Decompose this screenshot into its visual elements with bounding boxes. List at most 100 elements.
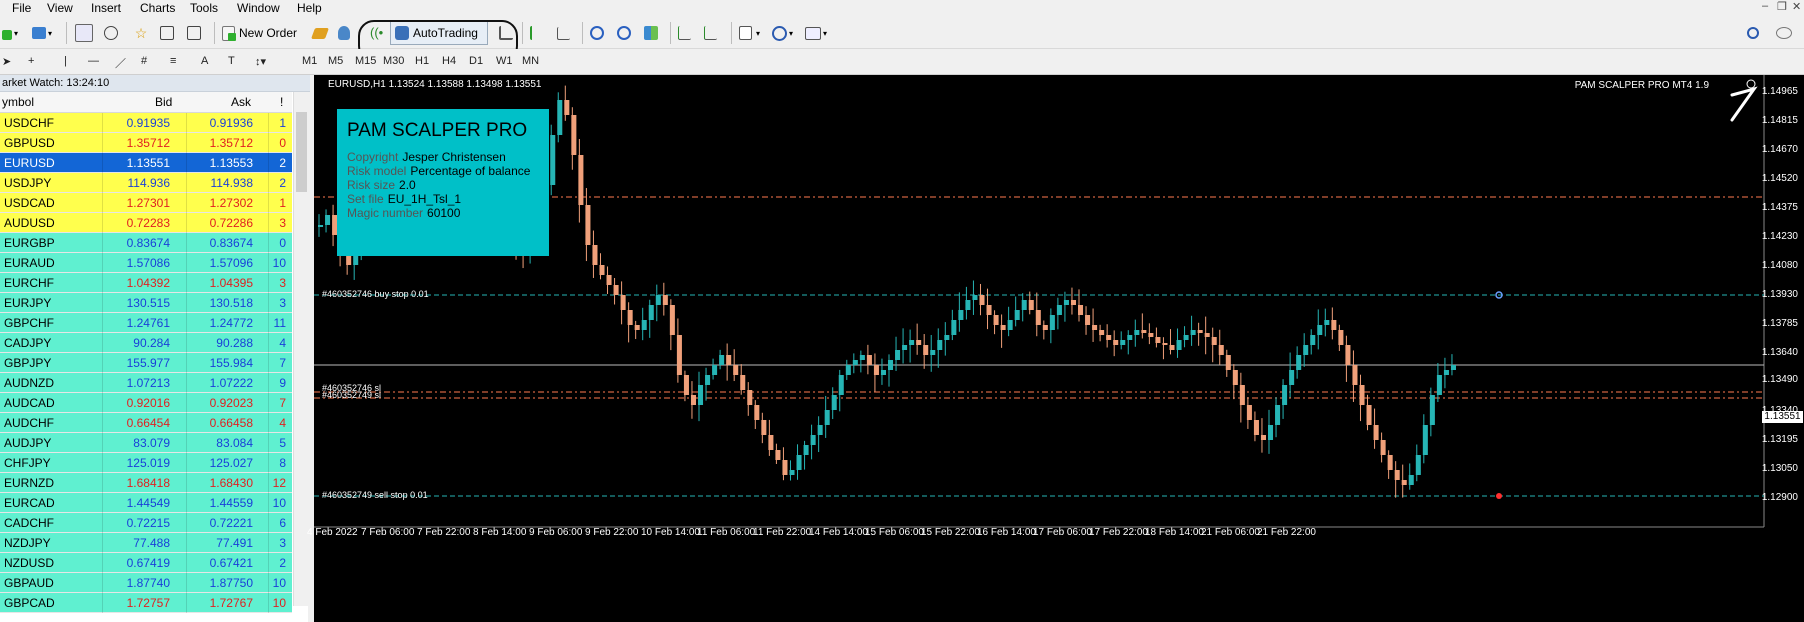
candle-body [606,275,612,285]
chart-window[interactable]: EURUSD,H1 1.13524 1.13588 1.13498 1.1355… [307,75,1804,622]
line-chart-button[interactable] [557,23,570,43]
tile-windows-button[interactable] [644,23,658,43]
column-ask[interactable]: Ask [231,95,251,109]
data-window-button[interactable] [104,23,118,43]
text-label-icon[interactable]: T [228,55,235,67]
market-watch-row[interactable]: USDJPY 114.936 114.938 2 [0,173,292,193]
crosshair-icon[interactable]: + [28,55,34,67]
auto-scroll-button[interactable] [704,23,717,43]
vertical-line-icon[interactable]: | [64,55,67,67]
market-watch-row[interactable]: USDCHF 0.91935 0.91936 1 [0,113,292,133]
market-watch-row[interactable]: GBPUSD 1.35712 1.35712 0 [0,133,292,153]
market-watch-row[interactable]: CADJPY 90.284 90.288 4 [0,333,292,353]
market-watch-row[interactable]: EURUSD 1.13551 1.13553 2 [0,153,292,173]
candle-body [747,390,753,405]
menu-insert[interactable]: Insert [91,1,121,15]
chart-shift-button[interactable] [678,23,691,43]
column-divider [186,353,187,373]
market-watch-row[interactable]: EURGBP 0.83674 0.83674 0 [0,233,292,253]
profiles-icon [32,27,46,39]
arrows-icon[interactable]: ↕▾ [255,55,266,68]
new-chart-button[interactable]: ▾ [2,23,18,43]
period-h1[interactable]: H1 [415,55,429,67]
minimize-icon[interactable]: – [1762,0,1768,12]
candle-body [937,340,943,350]
market-watch-row[interactable]: EURNZD 1.68418 1.68430 12 [0,473,292,493]
column-bid[interactable]: Bid [155,95,172,109]
market-watch-row[interactable]: EURCHF 1.04392 1.04395 3 [0,273,292,293]
row-ask: 1.13553 [209,156,253,170]
period-h4[interactable]: H4 [442,55,456,67]
market-watch-row[interactable]: EURJPY 130.515 130.518 3 [0,293,292,313]
column-spread[interactable]: ! [280,95,283,109]
templates-button[interactable]: ▾ [805,23,827,43]
column-symbol[interactable]: ymbol [2,95,34,109]
market-watch-row[interactable]: EURCAD 1.44549 1.44559 10 [0,493,292,513]
market-watch-row[interactable]: EURAUD 1.57086 1.57096 10 [0,253,292,273]
candle-body [775,450,781,460]
menu-tools[interactable]: Tools [190,1,218,15]
signals-button[interactable] [338,23,350,43]
market-watch-row[interactable]: AUDNZD 1.07213 1.07222 9 [0,373,292,393]
row-ask: 0.91936 [209,116,253,130]
star-icon: ☆ [134,25,148,41]
zoom-in-button[interactable] [590,23,604,43]
period-m1[interactable]: M1 [302,55,317,67]
market-watch-row[interactable]: CADCHF 0.72215 0.72221 6 [0,513,292,533]
channel-icon[interactable]: # [141,55,147,67]
row-spread: 9 [279,376,286,390]
period-mn[interactable]: MN [522,55,539,67]
menu-window[interactable]: Window [237,1,280,15]
market-watch-row[interactable]: AUDCHF 0.66454 0.66458 4 [0,413,292,433]
period-m5[interactable]: M5 [328,55,343,67]
trendline-icon[interactable]: ／ [115,55,126,71]
fibonacci-icon[interactable]: ≡ [170,55,176,67]
market-watch-row[interactable]: NZDJPY 77.488 77.491 3 [0,533,292,553]
new-order-button[interactable]: New Order [222,23,297,43]
candle-body [789,470,795,475]
menu-charts[interactable]: Charts [140,1,175,15]
text-tool-icon[interactable]: A [201,55,208,67]
candlestick-icon [530,26,544,40]
restore-icon[interactable]: ❐ [1777,0,1787,13]
navigator-button[interactable]: ☆ [133,23,149,43]
market-watch-row[interactable]: GBPJPY 155.977 155.984 7 [0,353,292,373]
market-watch-button[interactable] [75,23,93,43]
market-watch-row[interactable]: AUDUSD 0.72283 0.72286 3 [0,213,292,233]
candle-body [620,295,626,310]
period-d1[interactable]: D1 [469,55,483,67]
periods-button[interactable]: ▾ [772,23,793,43]
tester-button[interactable] [187,23,201,43]
market-watch-row[interactable]: GBPCHF 1.24761 1.24772 11 [0,313,292,333]
terminal-button[interactable] [160,23,174,43]
market-watch-row[interactable]: GBPCAD 1.72757 1.72767 10 [0,593,292,613]
candle-body [824,410,830,425]
period-m15[interactable]: M15 [355,55,376,67]
profiles-button[interactable]: ▾ [32,23,52,43]
column-divider [268,413,269,433]
menu-view[interactable]: View [47,1,73,15]
chat-button[interactable] [1776,23,1792,43]
market-watch-row[interactable]: AUDCAD 0.92016 0.92023 7 [0,393,292,413]
plus-green-icon [2,29,12,40]
menu-file[interactable]: File [12,1,31,15]
cursor-tool-icon[interactable]: ➤ [2,55,11,68]
scrollbar-thumb[interactable] [296,112,307,192]
horizontal-line-icon[interactable]: — [88,55,99,67]
metaeditor-button[interactable] [310,23,330,43]
market-watch-row[interactable]: NZDUSD 0.67419 0.67421 2 [0,553,292,573]
market-watch-row[interactable]: USDCAD 1.27301 1.27302 1 [0,193,292,213]
market-watch-row[interactable]: GBPAUD 1.87740 1.87750 10 [0,573,292,593]
candles-button[interactable] [530,23,544,43]
close-icon[interactable]: ✕ [1792,0,1801,13]
period-m30[interactable]: M30 [383,55,404,67]
market-watch-row[interactable]: AUDJPY 83.079 83.084 5 [0,433,292,453]
market-watch-row[interactable]: CHFJPY 125.019 125.027 8 [0,453,292,473]
menu-help[interactable]: Help [297,1,322,15]
search-button[interactable] [1747,23,1759,43]
bar-chart-button[interactable] [499,23,513,43]
zoom-out-button[interactable] [617,23,631,43]
date-tick-label: 8 Feb 14:00 [473,527,527,538]
indicators-button[interactable]: ▾ [739,23,760,43]
period-w1[interactable]: W1 [496,55,513,67]
